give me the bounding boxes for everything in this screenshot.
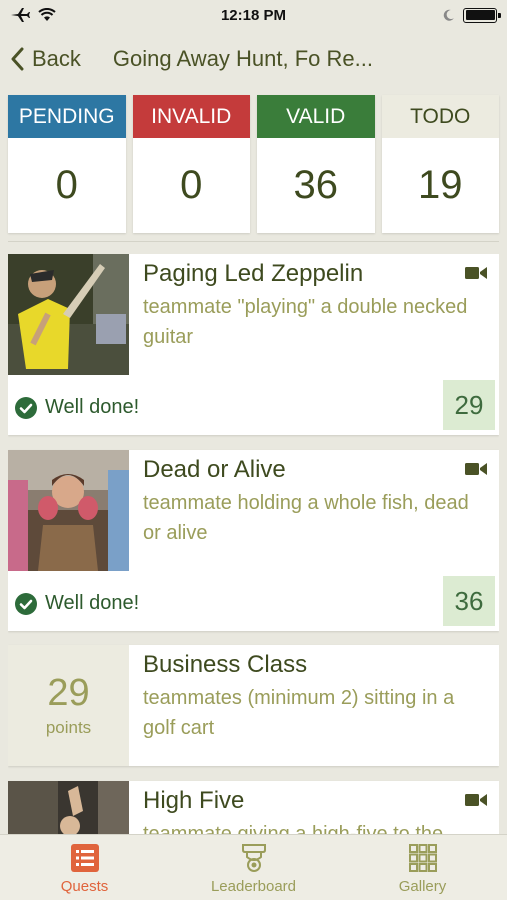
check-circle-icon [15, 592, 37, 615]
tab-leaderboard[interactable]: Leaderboard [169, 835, 338, 900]
moon-icon [443, 9, 454, 21]
quest-title: Dead or Alive [143, 456, 286, 483]
tab-gallery[interactable]: Gallery [338, 835, 507, 900]
points-badge: 36 [443, 576, 495, 626]
photo-dead-or-alive [8, 450, 129, 571]
status-right [443, 7, 501, 23]
status-bar: 12:18 PM [0, 0, 507, 30]
stat-label: VALID [257, 95, 375, 138]
tab-quests[interactable]: Quests [0, 835, 169, 900]
status-text: Well done! [45, 396, 140, 418]
quest-card-dead-or-alive[interactable]: Dead or Alive teammate holding a whole f… [8, 450, 499, 631]
quest-card-business-class[interactable]: 29 points Business Class teammates (mini… [8, 645, 499, 766]
stat-invalid[interactable]: INVALID 0 [132, 95, 250, 233]
stat-pending[interactable]: PENDING 0 [8, 95, 126, 233]
chevron-left-icon [11, 47, 24, 71]
points-value: 29 [47, 671, 90, 714]
wifi-icon [38, 8, 56, 21]
quest-title: Business Class [143, 651, 308, 678]
list-icon [70, 844, 99, 872]
trophy-icon [241, 844, 266, 872]
quest-photo [8, 781, 129, 834]
status-left [10, 7, 56, 23]
quest-card-paging-led-zeppelin[interactable]: Paging Led Zeppelin teammate "playing" a… [8, 254, 499, 435]
stats-row: PENDING 0 INVALID 0 VALID 36 TODO 19 [8, 95, 499, 233]
grid-icon [408, 844, 437, 872]
tab-label: Quests [60, 878, 109, 895]
status-text: Well done! [45, 592, 140, 614]
points-badge: 29 [443, 380, 495, 430]
check-circle-icon [15, 396, 37, 419]
stat-label: INVALID [132, 95, 250, 138]
stat-label: PENDING [8, 95, 126, 138]
photo-high-five [8, 781, 129, 834]
tab-bar: Quests Leaderboard Gallery [0, 834, 507, 900]
quest-title: Paging Led Zeppelin [143, 260, 364, 287]
battery-icon [463, 7, 501, 23]
quest-description: teammate giving a high-five to the [143, 823, 444, 834]
stat-label: TODO [381, 95, 499, 138]
quest-description: teammates (minimum 2) sitting in a golf … [143, 687, 455, 739]
quest-title: High Five [143, 787, 245, 814]
video-icon [465, 794, 487, 806]
video-icon [465, 463, 487, 475]
quest-list[interactable]: Paging Led Zeppelin teammate "playing" a… [8, 254, 499, 834]
divider [8, 241, 499, 242]
points-label: points [45, 717, 92, 737]
airplane-icon [11, 8, 30, 22]
status-time: 12:18 PM [220, 6, 287, 24]
quest-card-high-five[interactable]: High Five teammate giving a high-five to… [8, 781, 499, 834]
photo-led-zeppelin [8, 254, 129, 375]
video-icon [465, 267, 487, 279]
tab-label: Leaderboard [210, 878, 297, 895]
stat-todo[interactable]: TODO 19 [381, 95, 499, 233]
status-done: Well done! [15, 592, 139, 615]
back-label: Back [32, 46, 81, 71]
nav-bar: Back Going Away Hunt, Fo Re... [0, 30, 507, 88]
quest-photo [8, 450, 129, 571]
quest-description: teammate "playing" a double necked guita… [143, 296, 468, 348]
tab-label: Gallery [398, 878, 447, 895]
stat-valid[interactable]: VALID 36 [257, 95, 375, 233]
stat-value: 0 [180, 163, 203, 207]
stat-value: 0 [55, 163, 78, 207]
stat-value: 36 [293, 163, 339, 207]
stat-value: 19 [418, 163, 463, 207]
back-button[interactable]: Back [10, 46, 81, 72]
status-done: Well done! [15, 396, 139, 419]
page-title: Going Away Hunt, Fo Re... [112, 46, 373, 71]
quest-description: teammate holding a whole fish, dead or a… [143, 492, 469, 544]
points-panel: 29 points [8, 645, 129, 766]
quest-photo [8, 254, 129, 375]
